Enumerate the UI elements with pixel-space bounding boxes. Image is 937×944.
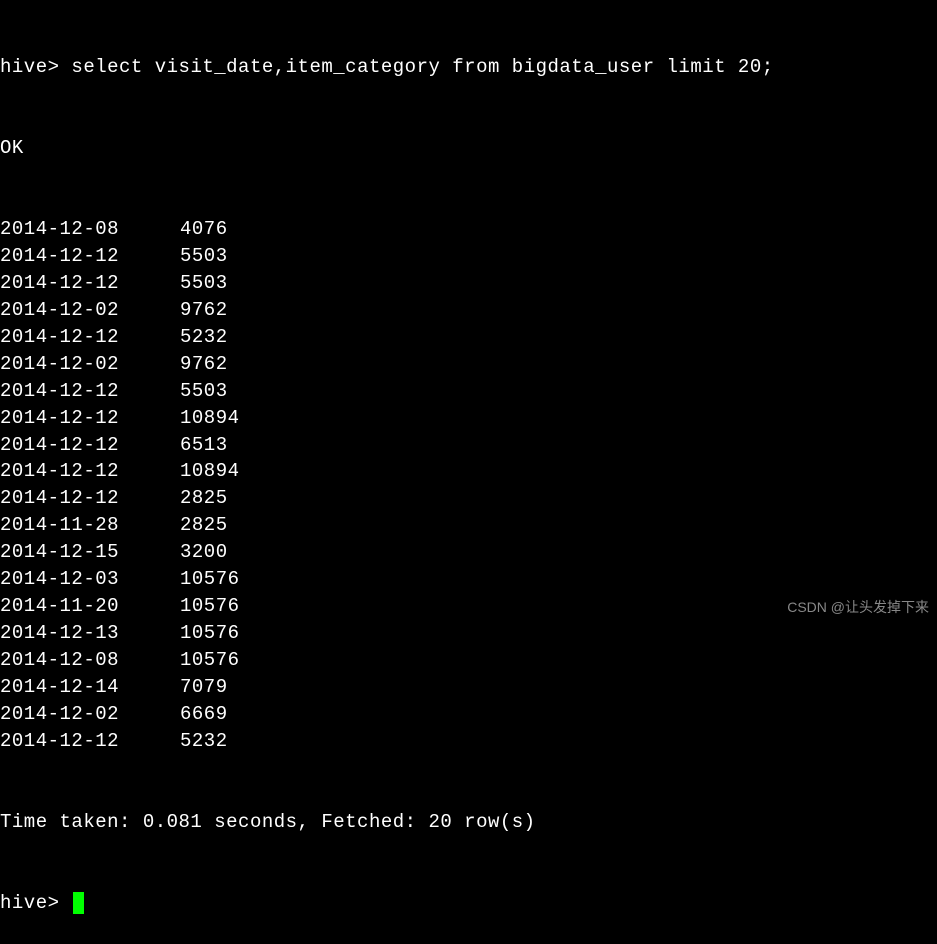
visit-date-cell: 2014-12-12 — [0, 243, 180, 270]
item-category-cell: 6513 — [180, 432, 228, 459]
visit-date-cell: 2014-12-15 — [0, 539, 180, 566]
table-row: 2014-12-026669 — [0, 701, 937, 728]
item-category-cell: 10894 — [180, 458, 240, 485]
visit-date-cell: 2014-11-20 — [0, 593, 180, 620]
item-category-cell: 9762 — [180, 351, 228, 378]
item-category-cell: 5232 — [180, 324, 228, 351]
visit-date-cell: 2014-12-02 — [0, 351, 180, 378]
table-row: 2014-11-282825 — [0, 512, 937, 539]
table-row: 2014-12-1210894 — [0, 458, 937, 485]
table-row: 2014-12-153200 — [0, 539, 937, 566]
visit-date-cell: 2014-12-03 — [0, 566, 180, 593]
item-category-cell: 5232 — [180, 728, 228, 755]
visit-date-cell: 2014-12-12 — [0, 728, 180, 755]
table-row: 2014-12-029762 — [0, 297, 937, 324]
table-row: 2014-12-029762 — [0, 351, 937, 378]
result-rows: 2014-12-0840762014-12-1255032014-12-1255… — [0, 216, 937, 755]
item-category-cell: 7079 — [180, 674, 228, 701]
terminal-output[interactable]: hive> select visit_date,item_category fr… — [0, 0, 937, 944]
table-row: 2014-12-125503 — [0, 378, 937, 405]
table-row: 2014-12-1210894 — [0, 405, 937, 432]
time-taken-line: Time taken: 0.081 seconds, Fetched: 20 r… — [0, 809, 937, 836]
visit-date-cell: 2014-12-13 — [0, 620, 180, 647]
visit-date-cell: 2014-12-08 — [0, 216, 180, 243]
item-category-cell: 10576 — [180, 647, 240, 674]
visit-date-cell: 2014-12-02 — [0, 701, 180, 728]
visit-date-cell: 2014-12-12 — [0, 324, 180, 351]
watermark: CSDN @让头发掉下来 — [787, 598, 929, 618]
visit-date-cell: 2014-12-12 — [0, 458, 180, 485]
prompt: hive> — [0, 890, 71, 917]
visit-date-cell: 2014-11-28 — [0, 512, 180, 539]
visit-date-cell: 2014-12-08 — [0, 647, 180, 674]
table-row: 2014-12-125503 — [0, 243, 937, 270]
item-category-cell: 10576 — [180, 566, 240, 593]
prompt-line[interactable]: hive> — [0, 890, 937, 917]
table-row: 2014-12-147079 — [0, 674, 937, 701]
visit-date-cell: 2014-12-12 — [0, 432, 180, 459]
table-row: 2014-12-0310576 — [0, 566, 937, 593]
item-category-cell: 10576 — [180, 620, 240, 647]
item-category-cell: 5503 — [180, 378, 228, 405]
sql-query: select visit_date,item_category from big… — [71, 56, 773, 78]
item-category-cell: 6669 — [180, 701, 228, 728]
table-row: 2014-12-084076 — [0, 216, 937, 243]
cursor-icon — [73, 892, 84, 914]
item-category-cell: 2825 — [180, 485, 228, 512]
visit-date-cell: 2014-12-12 — [0, 405, 180, 432]
table-row: 2014-12-125503 — [0, 270, 937, 297]
table-row: 2014-12-0810576 — [0, 647, 937, 674]
item-category-cell: 5503 — [180, 270, 228, 297]
item-category-cell: 5503 — [180, 243, 228, 270]
item-category-cell: 10576 — [180, 593, 240, 620]
ok-status: OK — [0, 135, 937, 162]
table-row: 2014-12-125232 — [0, 728, 937, 755]
visit-date-cell: 2014-12-12 — [0, 485, 180, 512]
visit-date-cell: 2014-12-12 — [0, 378, 180, 405]
table-row: 2014-12-126513 — [0, 432, 937, 459]
item-category-cell: 9762 — [180, 297, 228, 324]
visit-date-cell: 2014-12-14 — [0, 674, 180, 701]
visit-date-cell: 2014-12-12 — [0, 270, 180, 297]
item-category-cell: 2825 — [180, 512, 228, 539]
table-row: 2014-12-122825 — [0, 485, 937, 512]
table-row: 2014-12-1310576 — [0, 620, 937, 647]
item-category-cell: 10894 — [180, 405, 240, 432]
table-row: 2014-12-125232 — [0, 324, 937, 351]
item-category-cell: 3200 — [180, 539, 228, 566]
item-category-cell: 4076 — [180, 216, 228, 243]
prompt: hive> — [0, 56, 71, 78]
query-line: hive> select visit_date,item_category fr… — [0, 54, 937, 81]
visit-date-cell: 2014-12-02 — [0, 297, 180, 324]
